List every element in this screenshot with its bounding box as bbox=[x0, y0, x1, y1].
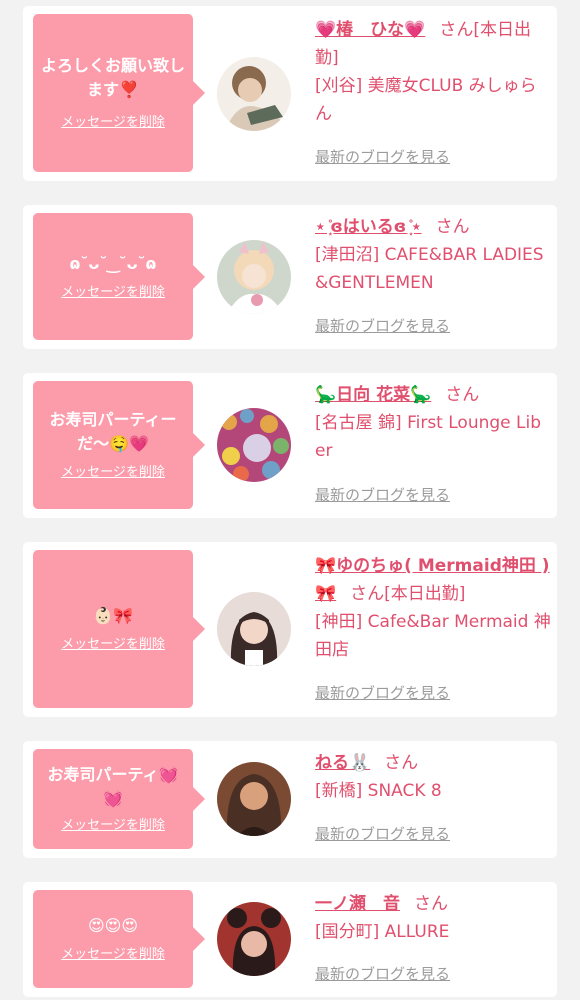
cast-name-link[interactable]: ねる🐰 bbox=[315, 753, 370, 773]
cast-avatar[interactable] bbox=[217, 902, 291, 976]
message-bubble: ɷ˘ᴗ˘ ͜ ˘ᴗ˘ɷ メッセージを削除 bbox=[33, 213, 205, 340]
delete-message-link[interactable]: メッセージを削除 bbox=[61, 946, 165, 964]
message-bubble: 👶🏻🎀 メッセージを削除 bbox=[33, 550, 205, 708]
latest-blog-link[interactable]: 最新のブログを見る bbox=[315, 964, 450, 984]
message-bubble: よろしくお願い致します❣️ メッセージを削除 bbox=[33, 14, 205, 172]
shop-name: [神田] Cafe&Bar Mermaid 神田店 bbox=[315, 612, 551, 660]
message-text: ɷ˘ᴗ˘ ͜ ˘ᴗ˘ɷ bbox=[69, 253, 157, 273]
honorific: さん bbox=[350, 584, 385, 604]
work-status: [本日出勤] bbox=[384, 584, 466, 604]
latest-blog-link[interactable]: 最新のブログを見る bbox=[315, 147, 450, 167]
delete-message-link[interactable]: メッセージを削除 bbox=[61, 114, 165, 132]
cast-name-link[interactable]: 💗椿 ひな💗 bbox=[315, 20, 425, 40]
message-text: 👶🏻🎀 bbox=[93, 606, 133, 625]
shop-name: [名古屋 錦] First Lounge Liber bbox=[315, 413, 542, 461]
cast-avatar[interactable] bbox=[217, 762, 291, 836]
cast-avatar[interactable] bbox=[217, 408, 291, 482]
latest-blog-link[interactable]: 最新のブログを見る bbox=[315, 316, 450, 336]
cast-avatar[interactable] bbox=[217, 592, 291, 666]
message-card: お寿司パーティ💓💓 メッセージを削除 ねる🐰 さん [新橋] SNACK 8 最新… bbox=[23, 741, 557, 858]
message-list: よろしくお願い致します❣️ メッセージを削除 💗椿 ひな💗 さん[本日出勤] [刈… bbox=[0, 0, 580, 1000]
message-card: ɷ˘ᴗ˘ ͜ ˘ᴗ˘ɷ メッセージを削除 ⋆ ͙̊ɞはいるɞ ͙̊⋆ さん [津田… bbox=[23, 205, 557, 349]
message-bubble: お寿司パーティ💓💓 メッセージを削除 bbox=[33, 749, 205, 849]
message-card: 😍😍😍 メッセージを削除 一ノ瀬 音さん [国分町] ALLURE 最新のブログ… bbox=[23, 882, 557, 997]
honorific: さん bbox=[445, 385, 480, 405]
honorific: さん bbox=[384, 753, 419, 773]
latest-blog-link[interactable]: 最新のブログを見る bbox=[315, 485, 450, 505]
delete-message-link[interactable]: メッセージを削除 bbox=[61, 284, 165, 302]
cast-name-link[interactable]: ⋆ ͙̊ɞはいるɞ ͙̊⋆ bbox=[315, 217, 422, 237]
honorific: さん bbox=[414, 894, 448, 914]
cast-avatar[interactable] bbox=[217, 57, 291, 131]
message-text: よろしくお願い致します❣️ bbox=[40, 56, 185, 99]
delete-message-link[interactable]: メッセージを削除 bbox=[61, 464, 165, 482]
message-text: 😍😍😍 bbox=[87, 916, 139, 935]
delete-message-link[interactable]: メッセージを削除 bbox=[61, 636, 165, 654]
message-text: お寿司パーティ💓💓 bbox=[47, 765, 179, 808]
delete-message-link[interactable]: メッセージを削除 bbox=[61, 817, 165, 835]
message-card: 👶🏻🎀 メッセージを削除 🎀ゆのちゅ( Mermaid神田 )🎀 さん[本日出勤]… bbox=[23, 542, 557, 717]
cast-name-link[interactable]: 一ノ瀬 音 bbox=[315, 894, 400, 914]
shop-name: [津田沼] CAFE&BAR LADIES&GENTLEMEN bbox=[315, 245, 544, 293]
message-text: お寿司パーティーだ〜🤤💗 bbox=[49, 410, 177, 453]
cast-name-link[interactable]: 🦕日向 花菜🦕 bbox=[315, 385, 431, 405]
message-bubble: お寿司パーティーだ〜🤤💗 メッセージを削除 bbox=[33, 381, 205, 509]
message-card: よろしくお願い致します❣️ メッセージを削除 💗椿 ひな💗 さん[本日出勤] [刈… bbox=[23, 6, 557, 181]
shop-name: [国分町] ALLURE bbox=[315, 922, 450, 942]
shop-name: [刈谷] 美魔女CLUB みしゅらん bbox=[315, 76, 537, 124]
latest-blog-link[interactable]: 最新のブログを見る bbox=[315, 824, 450, 844]
shop-name: [新橋] SNACK 8 bbox=[315, 781, 442, 801]
honorific: さん bbox=[439, 20, 474, 40]
honorific: さん bbox=[435, 217, 470, 237]
cast-avatar[interactable] bbox=[217, 240, 291, 314]
message-bubble: 😍😍😍 メッセージを削除 bbox=[33, 890, 205, 988]
message-card: お寿司パーティーだ〜🤤💗 メッセージを削除 🦕日向 花菜🦕 さん [名古屋 錦] … bbox=[23, 373, 557, 518]
latest-blog-link[interactable]: 最新のブログを見る bbox=[315, 683, 450, 703]
